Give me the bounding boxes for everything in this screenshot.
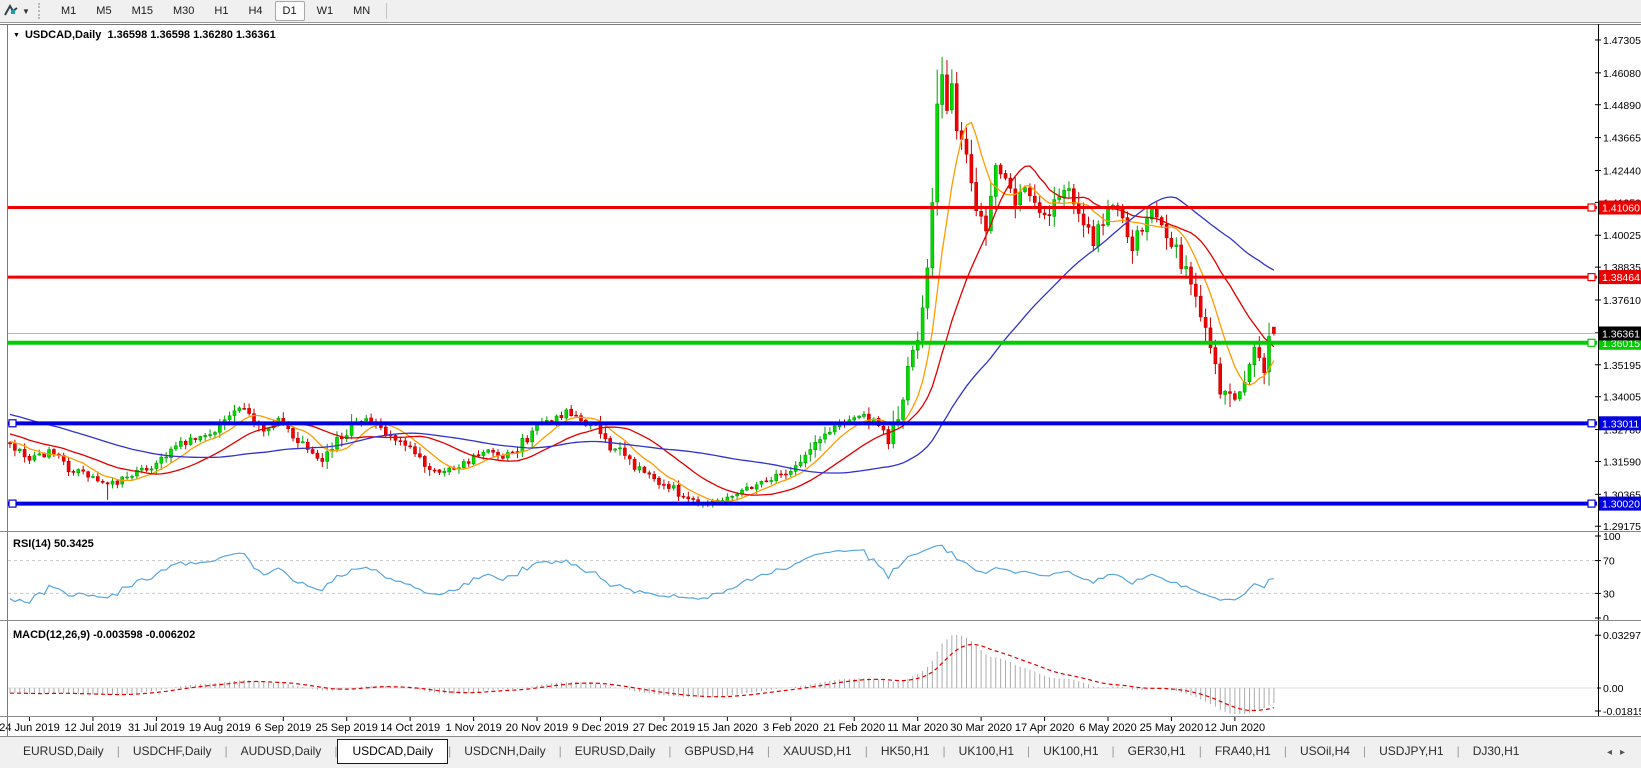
drawing-tool-icon[interactable] [2,2,20,20]
macd-name: MACD(12,26,9) [13,629,91,641]
svg-text:1.38464: 1.38464 [1602,272,1640,284]
timeframe-button-d1[interactable]: D1 [274,1,305,21]
svg-text:30 Mar 2020: 30 Mar 2020 [950,722,1012,734]
svg-text:21 Feb 2020: 21 Feb 2020 [823,722,885,734]
svg-text:1.41060: 1.41060 [1602,202,1640,214]
svg-text:70: 70 [1603,556,1615,568]
svg-text:15 Jan 2020: 15 Jan 2020 [697,722,758,734]
chart-tab-hk50-h1[interactable]: HK50,H1 [868,741,943,762]
rsi-name: RSI(14) [13,538,51,550]
chart-tab-eurusd-daily[interactable]: EURUSD,Daily [562,741,669,762]
chart-tab-fra40-h1[interactable]: FRA40,H1 [1202,741,1284,762]
chart-tab-usdchf-daily[interactable]: USDCHF,Daily [120,741,225,762]
rsi-panel[interactable]: 100 70 30 0 [0,532,1641,621]
svg-text:1 Nov 2019: 1 Nov 2019 [445,722,501,734]
timeframe-button-m5[interactable]: M5 [88,1,119,21]
svg-text:6 Sep 2019: 6 Sep 2019 [255,722,311,734]
rsi-current-value: 50.3425 [53,538,94,550]
svg-text:20 Nov 2019: 20 Nov 2019 [506,722,568,734]
svg-text:-0.018154: -0.018154 [1603,706,1641,717]
svg-text:14 Oct 2019: 14 Oct 2019 [380,722,440,734]
svg-text:1.33011: 1.33011 [1602,418,1639,430]
svg-text:0.00: 0.00 [1603,683,1624,695]
svg-text:1.35195: 1.35195 [1603,360,1641,372]
svg-text:25 May 2020: 25 May 2020 [1140,722,1204,734]
chart-tab-uk100-h1[interactable]: UK100,H1 [1030,741,1111,762]
date-axis[interactable]: 24 Jun 2019 12 Jul 2019 31 Jul 2019 19 Aug … [0,717,1641,736]
chart-tab-dj30-h1[interactable]: DJ30,H1 [1460,741,1533,762]
chart-tab-audusd-daily[interactable]: AUDUSD,Daily [228,741,335,762]
chart-tab-gbpusd-h4[interactable]: GBPUSD,H4 [672,741,767,762]
chart-tabs: EURUSD,Daily | USDCHF,Daily | AUDUSD,Daily | U… [10,739,1533,764]
svg-text:12 Jun 2020: 12 Jun 2020 [1205,722,1266,734]
svg-text:1.29175: 1.29175 [1603,521,1641,532]
timeframe-button-h1[interactable]: H1 [206,1,236,21]
svg-text:1.42440: 1.42440 [1603,165,1641,177]
timeframe-button-w1[interactable]: W1 [309,1,342,21]
chart-tab-usoil-h4[interactable]: USOil,H4 [1287,741,1363,762]
drawing-tool-caret-icon[interactable]: ▼ [20,7,32,16]
svg-text:1.47305: 1.47305 [1603,35,1641,47]
timeframe-button-m1[interactable]: M1 [53,1,84,21]
rsi-indicator-label: RSI(14) 50.3425 [13,538,94,550]
svg-text:1.46080: 1.46080 [1603,68,1641,80]
chart-tabs-bar: EURUSD,Daily | USDCHF,Daily | AUDUSD,Daily | U… [0,736,1641,768]
svg-text:1.44890: 1.44890 [1603,100,1641,112]
svg-text:1.30020: 1.30020 [1602,499,1640,511]
timeframe-button-m30[interactable]: M30 [165,1,202,21]
svg-text:31 Jul 2019: 31 Jul 2019 [128,722,185,734]
chart-ohlc-title: ▼ USDCAD,Daily 1.36598 1.36598 1.36280 1.… [13,29,276,41]
svg-text:30: 30 [1603,588,1615,600]
chart-tab-usdcad-daily[interactable]: USDCAD,Daily [337,739,449,764]
timeframe-button-mn[interactable]: MN [345,1,378,21]
svg-text:0: 0 [1603,613,1609,621]
toolbar: ▼ M1 M5 M15 M30 H1 H4 D1 W1 MN [0,0,1641,23]
timeframe-button-m15[interactable]: M15 [124,1,161,21]
chart-tab-usdcnh-daily[interactable]: USDCNH,Daily [451,741,558,762]
svg-text:1.36361: 1.36361 [1602,328,1640,340]
mt4-terminal: { "toolbar": { "timeframes": ["M1","M5",… [0,0,1641,768]
chart-ohlc-values: 1.36598 1.36598 1.36280 1.36361 [107,29,276,41]
svg-text:17 Apr 2020: 17 Apr 2020 [1015,722,1074,734]
svg-text:1.31590: 1.31590 [1603,456,1641,468]
chart-tab-eurusd-daily[interactable]: EURUSD,Daily [10,741,117,762]
svg-text:100: 100 [1603,532,1621,543]
chart-tab-xauusd-h1[interactable]: XAUUSD,H1 [770,741,865,762]
svg-text:9 Dec 2019: 9 Dec 2019 [572,722,628,734]
chart-tab-ger30-h1[interactable]: GER30,H1 [1115,741,1199,762]
svg-text:3 Feb 2020: 3 Feb 2020 [763,722,819,734]
svg-text:1.43665: 1.43665 [1603,133,1641,145]
svg-text:11 Mar 2020: 11 Mar 2020 [887,722,948,734]
toolbar-separator [386,3,388,19]
svg-text:27 Dec 2019: 27 Dec 2019 [633,722,695,734]
main-price-chart[interactable]: 1.473051.460801.448901.436651.424401.412… [0,24,1641,532]
macd-indicator-label: MACD(12,26,9) -0.003598 -0.006202 [13,629,195,641]
timeframe-button-h4[interactable]: H4 [240,1,270,21]
macd-current-values: -0.003598 -0.006202 [93,629,196,641]
macd-panel[interactable]: 0.032972 0.00 -0.018154 [0,621,1641,717]
svg-text:0.032972: 0.032972 [1603,630,1641,642]
svg-text:19 Aug 2019: 19 Aug 2019 [189,722,251,734]
timeframe-buttons: M1 M5 M15 M30 H1 H4 D1 W1 MN [51,1,380,21]
svg-text:6 May 2020: 6 May 2020 [1079,722,1136,734]
tab-scroll-arrows: ◂▸ [1607,747,1633,758]
svg-text:24 Jun 2019: 24 Jun 2019 [0,722,60,734]
toolbar-grip [38,3,43,19]
tabs-scroll-left-icon[interactable]: ◂ [1607,747,1620,758]
chart-symbol-label: USDCAD,Daily [24,29,102,41]
tabs-scroll-right-icon[interactable]: ▸ [1620,747,1633,758]
chart-tab-uk100-h1[interactable]: UK100,H1 [946,741,1027,762]
svg-text:12 Jul 2019: 12 Jul 2019 [65,722,122,734]
svg-text:1.40025: 1.40025 [1603,230,1641,242]
svg-text:25 Sep 2019: 25 Sep 2019 [316,722,378,734]
svg-text:1.34005: 1.34005 [1603,392,1641,404]
chart-tab-usdjpy-h1[interactable]: USDJPY,H1 [1366,741,1456,762]
svg-text:1.37610: 1.37610 [1603,295,1641,307]
chart-collapse-icon[interactable]: ▼ [13,32,20,39]
